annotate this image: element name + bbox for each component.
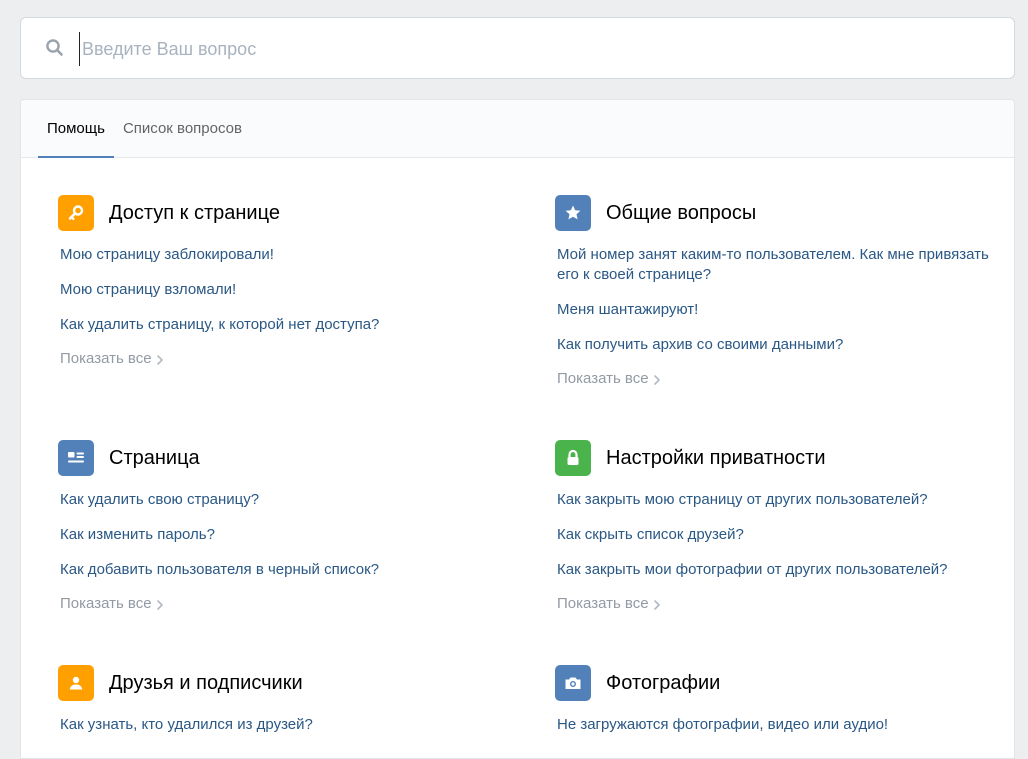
help-link[interactable]: Как добавить пользователя в черный списо… <box>60 560 518 580</box>
section-photos: Фотографии Не загружаются фотографии, ви… <box>555 665 995 750</box>
show-all-label: Показать все <box>60 350 152 367</box>
show-all-link[interactable]: Показать все <box>60 350 163 367</box>
user-icon <box>58 665 94 701</box>
help-link[interactable]: Как узнать, кто удалился из друзей? <box>60 715 518 735</box>
chevron-right-icon <box>156 354 163 365</box>
help-link[interactable]: Как скрыть список друзей? <box>557 525 995 545</box>
section-privacy-settings: Настройки приватности Как закрыть мою ст… <box>555 440 995 613</box>
section-page: Страница Как удалить свою страницу? Как … <box>58 440 518 613</box>
section-general-questions: Общие вопросы Мой номер занят каким-то п… <box>555 195 995 388</box>
show-all-label: Показать все <box>557 595 649 612</box>
show-all-link[interactable]: Показать все <box>557 595 660 612</box>
help-panel: Помощь Список вопросов Доступ к странице… <box>20 99 1015 759</box>
chevron-right-icon <box>156 599 163 610</box>
help-link[interactable]: Как удалить свою страницу? <box>60 490 518 510</box>
star-icon <box>555 195 591 231</box>
camera-icon <box>555 665 591 701</box>
section-title: Друзья и подписчики <box>109 671 303 694</box>
profile-card-icon <box>58 440 94 476</box>
key-icon <box>58 195 94 231</box>
show-all-link[interactable]: Показать все <box>557 370 660 387</box>
help-link[interactable]: Как удалить страницу, к которой нет дост… <box>60 315 518 335</box>
search-box[interactable] <box>20 17 1015 79</box>
chevron-right-icon <box>653 374 660 385</box>
help-link[interactable]: Как изменить пароль? <box>60 525 518 545</box>
section-title: Настройки приватности <box>606 446 826 469</box>
show-all-label: Показать все <box>557 370 649 387</box>
lock-icon <box>555 440 591 476</box>
section-title: Страница <box>109 446 200 469</box>
help-link[interactable]: Как получить архив со своими данными? <box>557 335 995 355</box>
help-link[interactable]: Мою страницу заблокировали! <box>60 245 518 265</box>
help-link[interactable]: Как закрыть мои фотографии от других пол… <box>557 560 995 580</box>
show-all-label: Показать все <box>60 595 152 612</box>
help-link[interactable]: Меня шантажируют! <box>557 300 995 320</box>
section-page-access: Доступ к странице Мою страницу заблокиро… <box>58 195 518 368</box>
tab-help[interactable]: Помощь <box>38 100 114 158</box>
tab-bar: Помощь Список вопросов <box>21 100 1014 158</box>
search-icon <box>45 38 65 58</box>
help-link[interactable]: Как закрыть мою страницу от других польз… <box>557 490 995 510</box>
help-link[interactable]: Не загружаются фотографии, видео или ауд… <box>557 715 995 735</box>
section-title: Общие вопросы <box>606 201 757 224</box>
help-link[interactable]: Мой номер занят каким-то пользователем. … <box>557 245 995 285</box>
search-input[interactable] <box>79 32 979 66</box>
section-title: Доступ к странице <box>109 201 280 224</box>
section-friends-followers: Друзья и подписчики Как узнать, кто удал… <box>58 665 518 750</box>
section-title: Фотографии <box>606 671 721 694</box>
show-all-link[interactable]: Показать все <box>60 595 163 612</box>
help-link[interactable]: Мою страницу взломали! <box>60 280 518 300</box>
tab-questions-list[interactable]: Список вопросов <box>114 100 251 157</box>
chevron-right-icon <box>653 599 660 610</box>
